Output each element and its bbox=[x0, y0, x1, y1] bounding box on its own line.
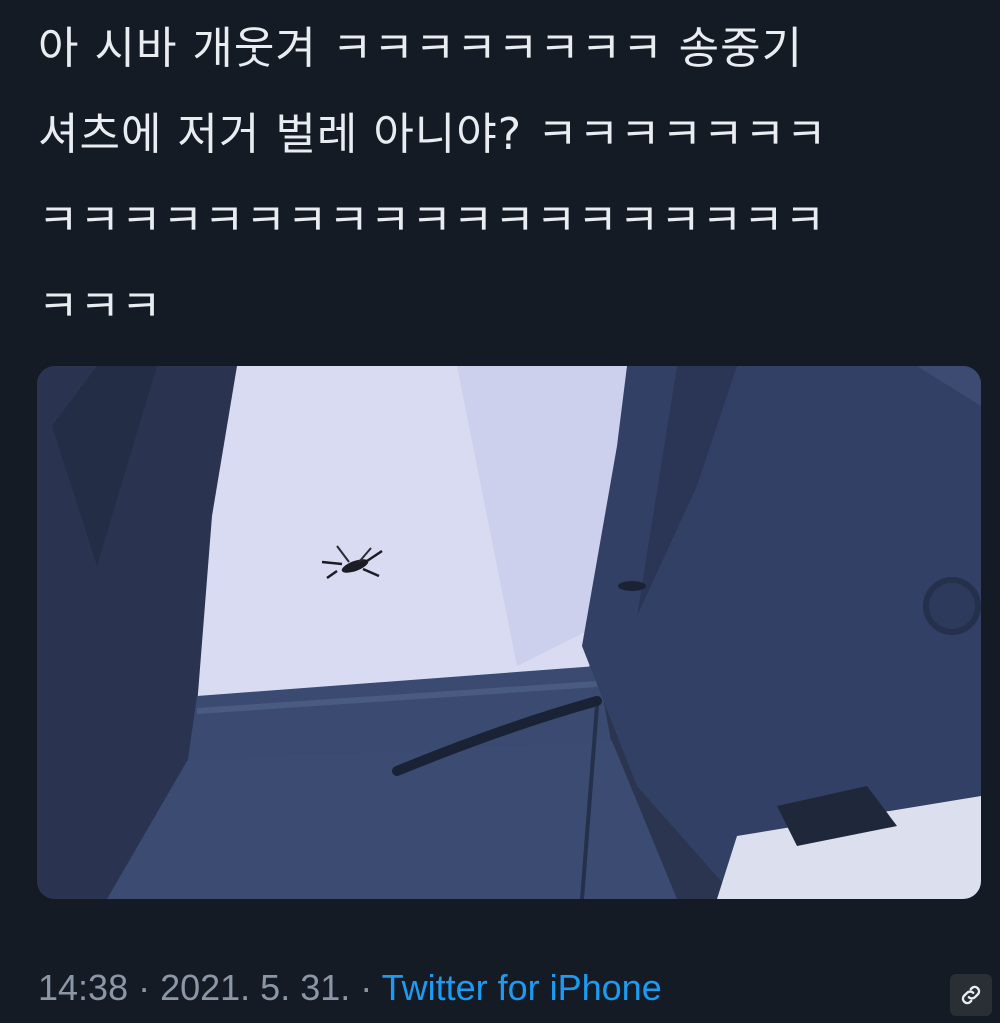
tweet-timestamp[interactable]: 14:38 · 2021. 5. 31. bbox=[38, 967, 350, 1008]
meta-separator: · bbox=[350, 967, 382, 1008]
link-icon[interactable] bbox=[950, 974, 992, 1016]
tweet-meta: 14:38 · 2021. 5. 31. · Twitter for iPhon… bbox=[38, 964, 662, 1012]
tweet-text: 아 시바 개웃겨 ㅋㅋㅋㅋㅋㅋㅋㅋ 송중기 셔츠에 저거 벌레 아니야? ㅋㅋㅋ… bbox=[38, 23, 828, 332]
chain-link-icon bbox=[961, 985, 981, 1005]
photo-shirt-with-insect bbox=[37, 366, 981, 899]
tweet-photo[interactable] bbox=[37, 366, 981, 899]
tweet-source-link[interactable]: Twitter for iPhone bbox=[382, 967, 662, 1008]
